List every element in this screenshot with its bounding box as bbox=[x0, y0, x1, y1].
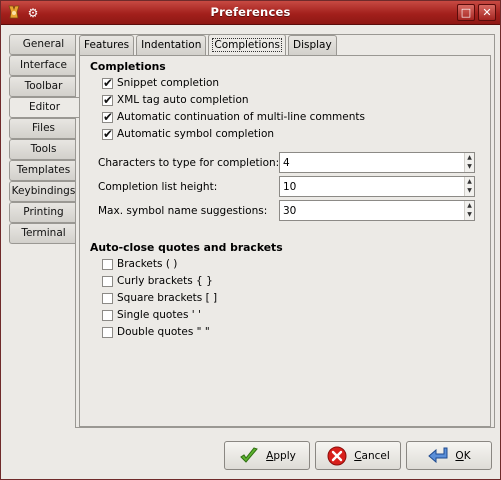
max-suggestions-label: Max. symbol name suggestions: bbox=[98, 205, 268, 217]
apply-label-rest: pply bbox=[273, 449, 296, 462]
completions-section-title: Completions bbox=[90, 60, 166, 73]
single-quotes-label: Single quotes ' ' bbox=[117, 309, 201, 321]
ok-button[interactable]: OK bbox=[406, 441, 492, 470]
single-quotes-row[interactable]: Single quotes ' ' bbox=[90, 307, 486, 324]
cancel-label-rest: ancel bbox=[361, 449, 390, 462]
list-height-row: Completion list height: ▲▼ bbox=[90, 175, 486, 199]
apply-button[interactable]: Apply bbox=[224, 441, 310, 470]
cancel-mnemonic: C bbox=[354, 449, 362, 462]
spin-arrows-icon[interactable]: ▲ ▼ bbox=[464, 177, 474, 196]
sidebar-item-editor[interactable]: Editor bbox=[9, 97, 79, 118]
autoclose-section-title: Auto-close quotes and brackets bbox=[90, 241, 283, 254]
curly-brackets-label: Curly brackets { } bbox=[117, 275, 213, 287]
list-height-input[interactable] bbox=[283, 179, 463, 194]
max-suggestions-row: Max. symbol name suggestions: ▲▼ bbox=[90, 199, 486, 223]
checkmark-icon bbox=[240, 446, 259, 463]
tab-indentation[interactable]: Indentation bbox=[136, 35, 207, 55]
double-quotes-row[interactable]: Double quotes " " bbox=[90, 324, 486, 341]
title-bar[interactable]: ⚙ Preferences □ ✕ bbox=[1, 1, 500, 25]
snippet-completion-row[interactable]: ✔ Snippet completion bbox=[90, 75, 486, 92]
sidebar-item-printing[interactable]: Printing bbox=[9, 202, 77, 223]
max-suggestions-spinbox[interactable]: ▲▼ bbox=[279, 200, 475, 221]
return-arrow-icon bbox=[428, 447, 448, 463]
sidebar-item-interface[interactable]: Interface bbox=[9, 55, 77, 76]
checkmark-icon: ✔ bbox=[103, 110, 114, 124]
category-tabs: General Interface Toolbar Editor Files T… bbox=[9, 34, 79, 244]
symbol-completion-label: Automatic symbol completion bbox=[117, 128, 275, 140]
symbol-completion-checkbox[interactable]: ✔ bbox=[102, 127, 114, 141]
xml-tag-completion-checkbox[interactable]: ✔ bbox=[102, 93, 114, 107]
checkmark-icon: ✔ bbox=[103, 127, 114, 141]
comment-continuation-label: Automatic continuation of multi-line com… bbox=[117, 111, 365, 123]
ok-mnemonic: O bbox=[455, 449, 464, 462]
chars-to-type-label: Characters to type for completion: bbox=[98, 157, 280, 169]
sidebar-item-keybindings[interactable]: Keybindings bbox=[9, 181, 77, 202]
comment-continuation-row[interactable]: ✔ Automatic continuation of multi-line c… bbox=[90, 109, 486, 126]
sidebar-item-tools[interactable]: Tools bbox=[9, 139, 77, 160]
chars-to-type-spinbox[interactable]: ▲▼ bbox=[279, 152, 475, 173]
single-quotes-checkbox[interactable] bbox=[102, 310, 113, 321]
close-button[interactable]: ✕ bbox=[478, 4, 496, 21]
tab-display[interactable]: Display bbox=[287, 35, 337, 55]
square-brackets-row[interactable]: Square brackets [ ] bbox=[90, 290, 486, 307]
sidebar-item-templates[interactable]: Templates bbox=[9, 160, 77, 181]
comment-continuation-checkbox[interactable]: ✔ bbox=[102, 110, 114, 124]
checkmark-icon: ✔ bbox=[103, 93, 114, 107]
ok-label: OK bbox=[455, 450, 470, 462]
tab-features[interactable]: Features bbox=[79, 35, 135, 55]
spin-arrows-icon[interactable]: ▲ ▼ bbox=[464, 153, 474, 172]
snippet-completion-label: Snippet completion bbox=[117, 77, 220, 89]
sidebar-item-terminal[interactable]: Terminal bbox=[9, 223, 77, 244]
chars-to-type-row: Characters to type for completion: ▲▼ bbox=[90, 151, 486, 175]
xml-tag-completion-label: XML tag auto completion bbox=[117, 94, 249, 106]
curly-brackets-checkbox[interactable] bbox=[102, 276, 113, 287]
brackets-label: Brackets ( ) bbox=[117, 258, 178, 270]
list-height-label: Completion list height: bbox=[98, 181, 218, 193]
brackets-checkbox[interactable] bbox=[102, 259, 113, 270]
square-brackets-checkbox[interactable] bbox=[102, 293, 113, 304]
brackets-row[interactable]: Brackets ( ) bbox=[90, 256, 486, 273]
chars-to-type-input[interactable] bbox=[283, 155, 463, 170]
double-quotes-label: Double quotes " " bbox=[117, 326, 210, 338]
cancel-icon bbox=[327, 446, 347, 465]
ok-label-rest: K bbox=[463, 449, 471, 462]
snippet-completion-checkbox[interactable]: ✔ bbox=[102, 76, 114, 90]
cancel-button[interactable]: Cancel bbox=[315, 441, 401, 470]
tab-completions-label: Completions bbox=[212, 38, 282, 52]
curly-brackets-row[interactable]: Curly brackets { } bbox=[90, 273, 486, 290]
double-quotes-checkbox[interactable] bbox=[102, 327, 113, 338]
max-suggestions-input[interactable] bbox=[283, 203, 463, 218]
apply-label: Apply bbox=[266, 450, 296, 462]
editor-tabs: Features Indentation Completions Display bbox=[79, 34, 339, 56]
window-title: Preferences bbox=[210, 5, 291, 19]
square-brackets-label: Square brackets [ ] bbox=[117, 292, 218, 304]
completions-content: Completions ✔ Snippet completion ✔ XML t… bbox=[90, 59, 486, 341]
list-height-spinbox[interactable]: ▲▼ bbox=[279, 176, 475, 197]
maximize-button[interactable]: □ bbox=[457, 4, 475, 21]
sidebar-item-general[interactable]: General bbox=[9, 34, 77, 55]
tab-completions[interactable]: Completions bbox=[208, 34, 286, 55]
symbol-completion-row[interactable]: ✔ Automatic symbol completion bbox=[90, 126, 486, 143]
checkmark-icon: ✔ bbox=[103, 76, 114, 90]
preferences-window: ⚙ Preferences □ ✕ General Interface Tool… bbox=[0, 0, 501, 480]
sidebar-item-toolbar[interactable]: Toolbar bbox=[9, 76, 77, 97]
sidebar-item-files[interactable]: Files bbox=[9, 118, 77, 139]
cancel-label: Cancel bbox=[354, 450, 390, 462]
xml-tag-completion-row[interactable]: ✔ XML tag auto completion bbox=[90, 92, 486, 109]
spin-arrows-icon[interactable]: ▲ ▼ bbox=[464, 201, 474, 220]
